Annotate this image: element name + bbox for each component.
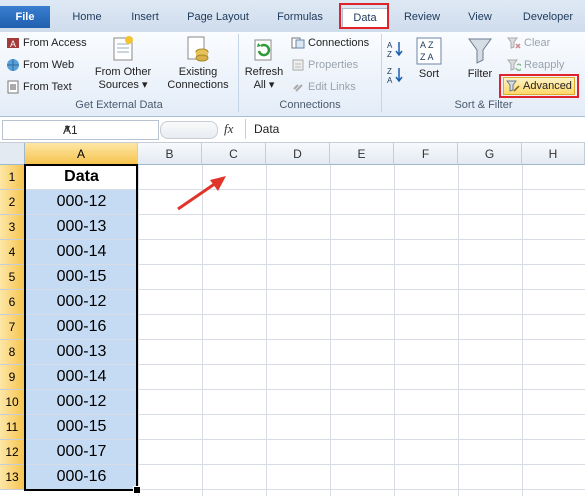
from-other-sources-button[interactable]: From Other Sources ▾ (92, 34, 154, 92)
row-header[interactable]: 4 (0, 240, 25, 265)
gridline (25, 489, 585, 490)
from-access-button[interactable]: A From Access (6, 36, 87, 50)
filter-button[interactable]: Filter (462, 36, 498, 81)
advanced-filter-icon (506, 80, 520, 92)
fill-handle[interactable] (133, 486, 141, 494)
refresh-icon (254, 39, 272, 61)
cell-a6[interactable]: 000-12 (26, 290, 137, 314)
column-header-e[interactable]: E (330, 143, 394, 165)
red-arrow-icon (177, 176, 226, 211)
row-header[interactable]: 3 (0, 215, 25, 240)
group-label-get-external-data: Get External Data (75, 99, 163, 111)
svg-text:Z: Z (387, 67, 392, 76)
row-header[interactable]: 8 (0, 340, 25, 365)
sort-dialog-icon: A Z Z A (416, 37, 442, 65)
svg-text:A: A (387, 41, 393, 50)
row-header[interactable]: 1 (0, 165, 25, 190)
row-header[interactable]: 7 (0, 315, 25, 340)
reapply-icon (507, 59, 521, 72)
formula-input[interactable]: Data (245, 119, 584, 139)
tab-review[interactable]: Review (394, 8, 450, 27)
column-header-c[interactable]: C (202, 143, 266, 165)
tab-developer[interactable]: Developer (512, 8, 584, 27)
sort-a-to-z-button[interactable]: AZ (387, 40, 403, 61)
tab-view[interactable]: View (454, 8, 506, 27)
tab-home[interactable]: Home (58, 8, 116, 27)
filter-funnel-icon (468, 38, 492, 64)
cell-a10[interactable]: 000-12 (26, 390, 137, 414)
tab-file[interactable]: File (0, 6, 50, 28)
web-globe-icon (7, 59, 19, 71)
column-header-h[interactable]: H (522, 143, 585, 165)
cell-a1[interactable]: Data (26, 165, 137, 189)
group-label-sort-filter: Sort & Filter (454, 99, 513, 111)
cell-a11[interactable]: 000-15 (26, 415, 137, 439)
column-header-g[interactable]: G (458, 143, 522, 165)
row-header[interactable]: 5 (0, 265, 25, 290)
advanced-filter-button[interactable]: Advanced (503, 77, 575, 95)
text-file-icon (7, 80, 19, 94)
other-sources-icon (113, 36, 133, 61)
column-header-d[interactable]: D (266, 143, 330, 165)
tab-page-layout[interactable]: Page Layout (176, 8, 260, 27)
clear-filter-icon (507, 37, 521, 49)
sort-descending-icon: ZA (387, 67, 403, 85)
reapply-button[interactable]: Reapply (507, 58, 564, 72)
connections-button[interactable]: Connections (291, 36, 369, 50)
row-header[interactable]: 13 (0, 465, 25, 490)
svg-text:A: A (10, 39, 16, 49)
properties-button[interactable]: Properties (291, 58, 358, 72)
group-label-connections: Connections (279, 99, 341, 111)
refresh-all-button[interactable]: Refresh All ▾ (242, 38, 286, 92)
svg-text:Z: Z (387, 50, 392, 58)
row-header[interactable]: 6 (0, 290, 25, 315)
existing-connections-button[interactable]: Existing Connections (162, 34, 234, 92)
sort-ascending-icon: AZ (387, 41, 403, 59)
sort-button[interactable]: A ZZ A Sort (412, 36, 446, 81)
tab-data[interactable]: Data (342, 8, 388, 28)
tab-insert[interactable]: Insert (116, 8, 174, 27)
cell-a12[interactable]: 000-17 (26, 440, 137, 464)
from-text-button[interactable]: From Text (6, 80, 72, 94)
ribbon: A From Access From Web From Text From Oth… (0, 32, 585, 117)
cell-a7[interactable]: 000-16 (26, 315, 137, 339)
clear-filter-button[interactable]: Clear (507, 36, 550, 50)
cell-a13[interactable]: 000-16 (26, 465, 137, 489)
chevron-down-icon[interactable]: ▼ (63, 123, 155, 133)
cell-a4[interactable]: 000-14 (26, 240, 137, 264)
column-header-f[interactable]: F (394, 143, 458, 165)
svg-text:A: A (387, 76, 393, 84)
row-header[interactable]: 11 (0, 415, 25, 440)
cell-a9[interactable]: 000-14 (26, 365, 137, 389)
edit-links-button[interactable]: Edit Links (291, 80, 356, 94)
connections-icon (291, 37, 305, 49)
row-header[interactable]: 12 (0, 440, 25, 465)
spreadsheet-grid: A B C D E F G H 1 2 3 4 5 6 7 8 9 10 11 … (0, 143, 585, 496)
cell-a5[interactable]: 000-15 (26, 265, 137, 289)
svg-text:Z A: Z A (420, 52, 434, 62)
cell-a3[interactable]: 000-13 (26, 215, 137, 239)
row-header[interactable]: 10 (0, 390, 25, 415)
formula-bar-expander[interactable] (160, 121, 218, 139)
existing-connections-icon (187, 36, 209, 62)
row-header[interactable]: 9 (0, 365, 25, 390)
name-box[interactable]: A1 ▼ (2, 120, 159, 140)
ribbon-tabs: File Home Insert Page Layout Formulas Da… (0, 0, 585, 33)
svg-text:A Z: A Z (420, 40, 434, 50)
column-header-a[interactable]: A (25, 143, 138, 165)
access-icon: A (7, 38, 19, 49)
formula-bar: A1 ▼ fx Data (0, 117, 585, 143)
edit-links-icon (293, 84, 303, 92)
row-header[interactable]: 2 (0, 190, 25, 215)
select-all-corner[interactable] (0, 143, 25, 165)
cell-a8[interactable]: 000-13 (26, 340, 137, 364)
tab-formulas[interactable]: Formulas (266, 8, 334, 27)
properties-icon (292, 59, 304, 71)
from-web-button[interactable]: From Web (6, 58, 74, 72)
insert-function-icon[interactable]: fx (224, 121, 233, 137)
column-header-b[interactable]: B (138, 143, 202, 165)
cell-a2[interactable]: 000-12 (26, 190, 137, 214)
sort-z-to-a-button[interactable]: ZA (387, 66, 403, 87)
